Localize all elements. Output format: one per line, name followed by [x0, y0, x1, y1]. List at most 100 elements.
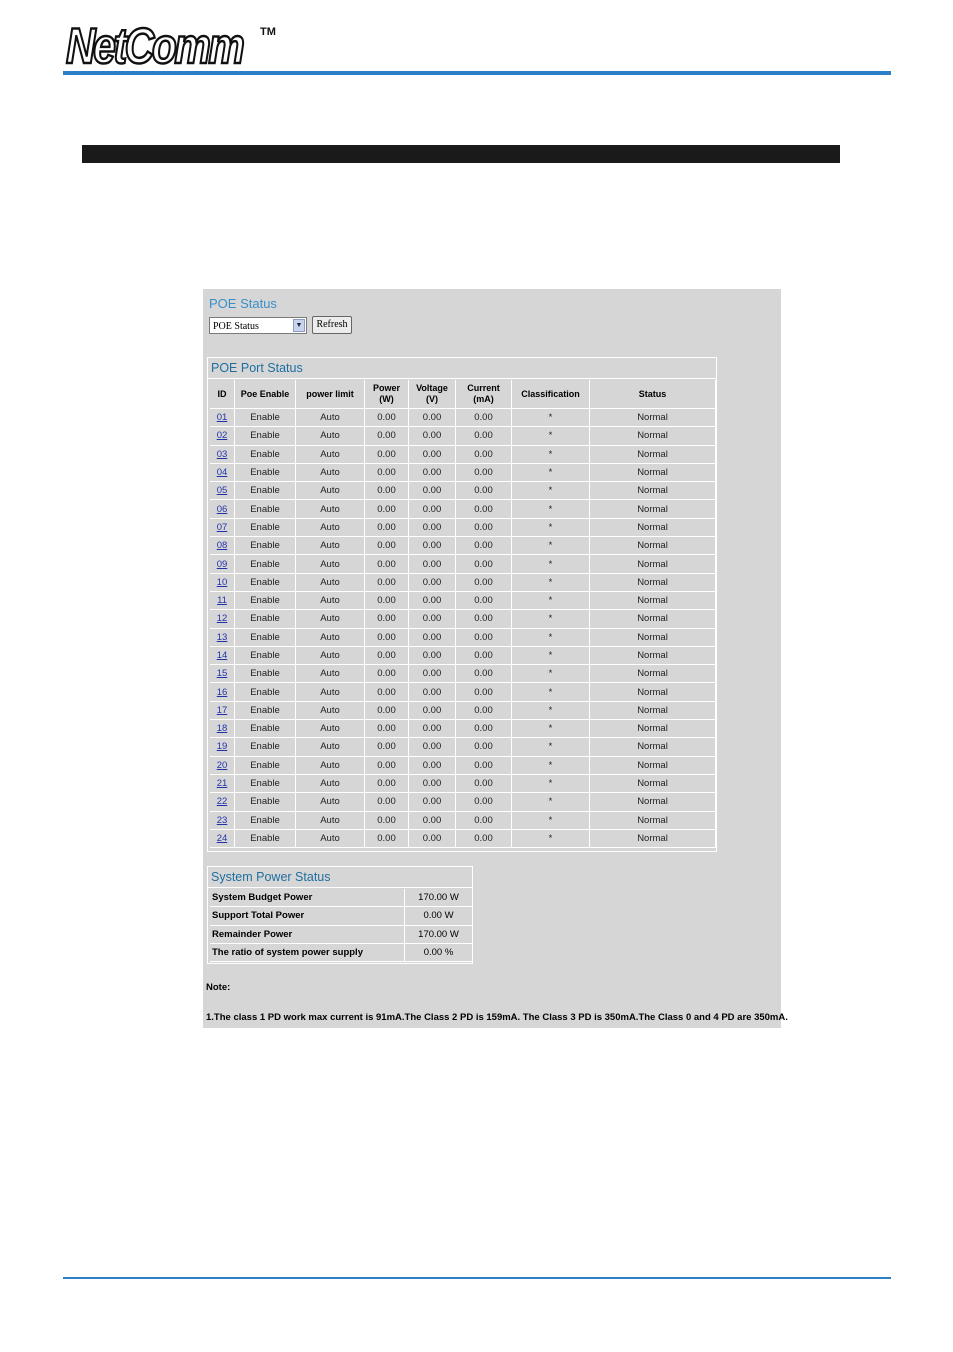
port-id-link[interactable]: 07: [217, 522, 228, 533]
refresh-button[interactable]: Refresh: [312, 316, 352, 334]
port-id-link[interactable]: 23: [217, 815, 228, 826]
table-cell: Auto: [296, 591, 365, 611]
port-id-cell: 11: [210, 591, 235, 611]
header-divider: [63, 71, 891, 75]
port-id-cell: 05: [210, 482, 235, 501]
port-id-cell: 02: [210, 427, 235, 446]
port-id-link[interactable]: 13: [217, 632, 228, 643]
table-cell: 0.00: [365, 829, 409, 849]
power-value: 170.00 W: [405, 926, 472, 944]
table-cell: 0.00: [456, 482, 512, 501]
chevron-down-icon[interactable]: ▼: [293, 319, 305, 332]
power-label: System Budget Power: [210, 889, 405, 908]
table-cell: Auto: [296, 628, 365, 647]
table-cell: Auto: [296, 738, 365, 757]
table-cell: Normal: [590, 646, 716, 666]
port-status-title: POE Port Status: [208, 358, 716, 379]
table-cell: Auto: [296, 646, 365, 666]
table-row: The ratio of system power supply 0.00 %: [210, 943, 472, 963]
table-cell: 0.00: [365, 628, 409, 647]
port-id-link[interactable]: 17: [217, 705, 228, 716]
table-cell: Normal: [590, 555, 716, 574]
port-id-link[interactable]: 16: [217, 687, 228, 698]
table-cell: *: [512, 829, 590, 849]
port-id-link[interactable]: 06: [217, 504, 228, 515]
port-id-cell: 03: [210, 445, 235, 464]
table-cell: *: [512, 774, 590, 794]
port-id-link[interactable]: 19: [217, 741, 228, 752]
table-cell: 0.00: [409, 701, 456, 721]
port-id-link[interactable]: 14: [217, 650, 228, 661]
port-id-link[interactable]: 24: [217, 833, 228, 844]
table-cell: 0.00: [409, 537, 456, 556]
table-cell: Auto: [296, 500, 365, 519]
table-cell: 0.00: [365, 793, 409, 812]
table-cell: 0.00: [365, 646, 409, 666]
table-cell: *: [512, 427, 590, 446]
table-cell: *: [512, 793, 590, 812]
system-power-status-panel: System Power Status System Budget Power 1…: [207, 866, 473, 964]
table-row: 15 Enable Auto 0.00 0.00 0.00 * Normal: [210, 665, 716, 684]
table-cell: Normal: [590, 427, 716, 446]
table-cell: 0.00: [365, 774, 409, 794]
power-value: 0.00 %: [405, 944, 472, 963]
brand-name: NetComm: [65, 18, 246, 74]
table-cell: 0.00: [409, 463, 456, 483]
port-id-cell: 17: [210, 701, 235, 721]
power-value: 170.00 W: [405, 889, 472, 908]
table-row: 14 Enable Auto 0.00 0.00 0.00 * Normal: [210, 646, 716, 666]
port-id-link[interactable]: 18: [217, 723, 228, 734]
port-id-cell: 09: [210, 555, 235, 574]
table-cell: Auto: [296, 720, 365, 739]
table-cell: *: [512, 628, 590, 647]
port-id-link[interactable]: 05: [217, 485, 228, 496]
column-header: Classification: [512, 380, 590, 409]
port-id-link[interactable]: 02: [217, 430, 228, 441]
table-cell: 0.00: [409, 573, 456, 592]
table-cell: 0.00: [365, 445, 409, 464]
table-cell: Enable: [235, 591, 296, 611]
port-id-link[interactable]: 09: [217, 559, 228, 570]
port-id-link[interactable]: 08: [217, 540, 228, 551]
table-cell: 0.00: [409, 628, 456, 647]
table-row: 05 Enable Auto 0.00 0.00 0.00 * Normal: [210, 482, 716, 501]
port-status-table: ID Poe Enable power limit Power (W) Volt…: [210, 380, 716, 849]
table-cell: *: [512, 445, 590, 464]
port-id-link[interactable]: 01: [217, 412, 228, 423]
port-id-link[interactable]: 03: [217, 449, 228, 460]
table-row: 06 Enable Auto 0.00 0.00 0.00 * Normal: [210, 500, 716, 519]
port-id-link[interactable]: 22: [217, 796, 228, 807]
table-header-row: ID Poe Enable power limit Power (W) Volt…: [210, 380, 716, 409]
table-cell: 0.00: [456, 537, 512, 556]
table-cell: Enable: [235, 665, 296, 684]
column-header: ID: [210, 380, 235, 409]
port-id-cell: 24: [210, 829, 235, 849]
port-id-link[interactable]: 10: [217, 577, 228, 588]
port-id-link[interactable]: 15: [217, 668, 228, 679]
table-cell: 0.00: [409, 811, 456, 830]
table-cell: Auto: [296, 573, 365, 592]
table-cell: 0.00: [365, 756, 409, 775]
table-row: 01 Enable Auto 0.00 0.00 0.00 * Normal: [210, 409, 716, 428]
table-cell: Enable: [235, 445, 296, 464]
table-cell: Normal: [590, 573, 716, 592]
table-cell: 0.00: [365, 573, 409, 592]
table-cell: 0.00: [456, 427, 512, 446]
port-id-link[interactable]: 11: [217, 595, 227, 606]
table-cell: Normal: [590, 409, 716, 428]
table-cell: Enable: [235, 500, 296, 519]
port-id-link[interactable]: 04: [217, 467, 228, 478]
table-cell: Auto: [296, 756, 365, 775]
port-id-link[interactable]: 20: [217, 760, 228, 771]
view-select[interactable]: POE Status ▼: [209, 317, 307, 334]
table-cell: Enable: [235, 610, 296, 629]
port-id-link[interactable]: 21: [217, 778, 228, 789]
table-cell: Enable: [235, 482, 296, 501]
table-cell: Auto: [296, 427, 365, 446]
port-id-link[interactable]: 12: [217, 613, 228, 624]
table-row: 16 Enable Auto 0.00 0.00 0.00 * Normal: [210, 683, 716, 702]
table-row: 08 Enable Auto 0.00 0.00 0.00 * Normal: [210, 537, 716, 556]
note-heading: Note:: [206, 982, 231, 993]
table-cell: Auto: [296, 463, 365, 483]
port-id-cell: 14: [210, 646, 235, 666]
